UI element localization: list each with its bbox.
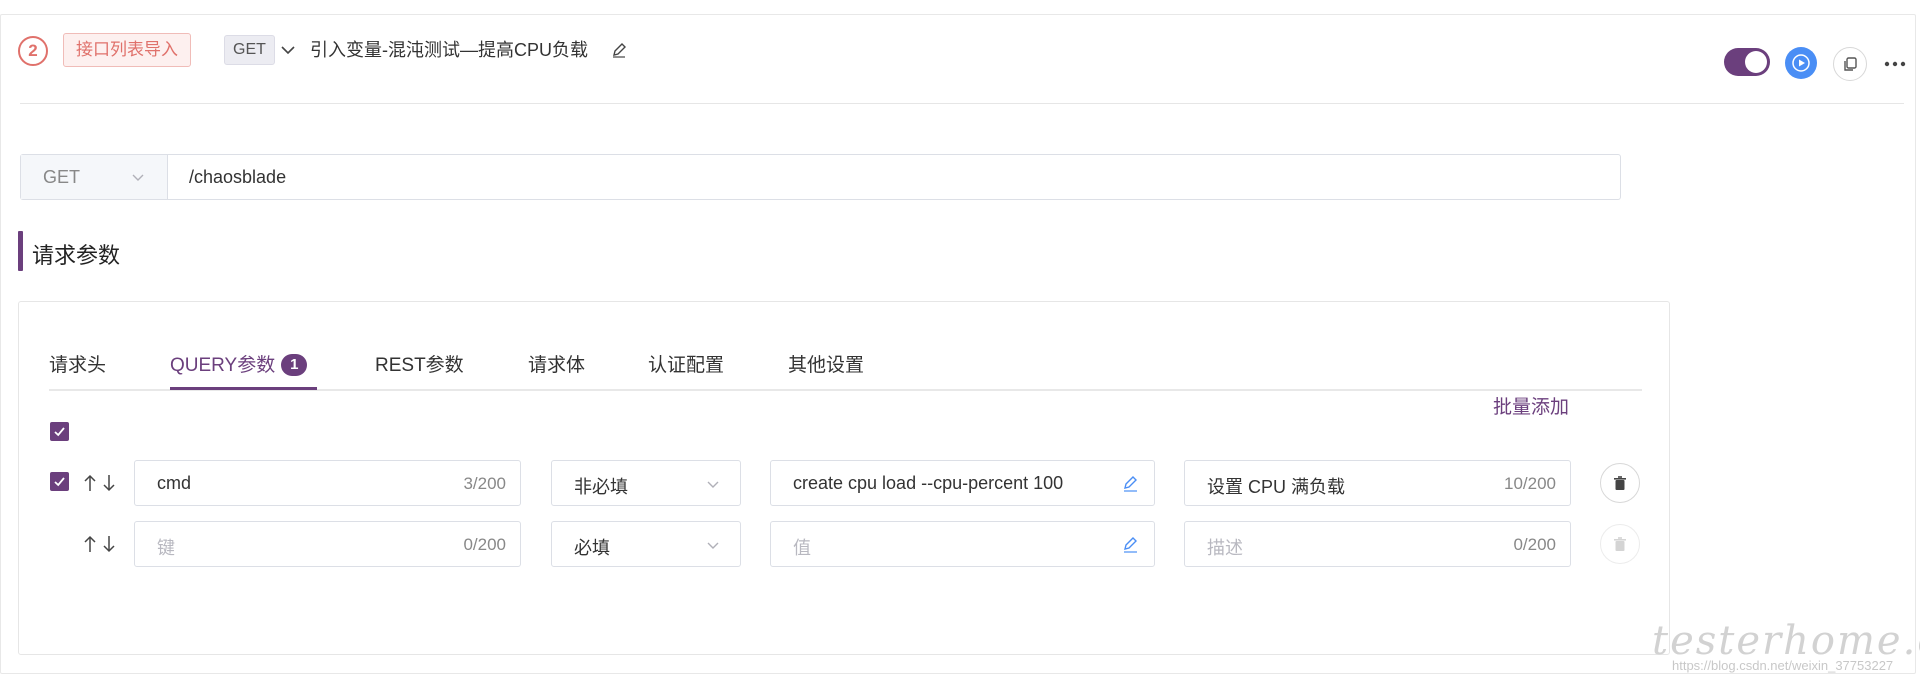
required-value: 必填 [574, 538, 610, 558]
param-description: 设置 CPU 满负载 [1207, 477, 1346, 497]
params-tabs: 请求头 QUERY参数 1 REST参数 请求体 认证配置 其他设置 [19, 302, 1671, 392]
check-icon [54, 477, 65, 487]
param-key-input[interactable]: cmd 3/200 [134, 460, 521, 506]
reorder-arrows-icon[interactable] [81, 472, 121, 494]
tab-label: 认证配置 [648, 355, 725, 376]
more-options-button[interactable] [1882, 52, 1908, 76]
header-divider [20, 103, 1904, 104]
edit-pencil-icon[interactable] [610, 41, 628, 59]
active-tab-indicator [170, 387, 317, 390]
step-enable-toggle[interactable] [1724, 48, 1770, 76]
tab-label: REST参数 [375, 355, 464, 376]
section-title: 请求参数 [32, 243, 121, 268]
bulk-add-link[interactable]: 批量添加 [1493, 392, 1569, 419]
section-accent-bar [18, 231, 23, 271]
copy-button[interactable] [1833, 47, 1867, 81]
request-method-select[interactable]: GET [21, 155, 168, 199]
check-icon [54, 427, 65, 437]
required-select[interactable]: 必填 [551, 521, 741, 567]
url-row: GET /chaosblade [20, 154, 1621, 200]
params-panel: 请求头 QUERY参数1 REST参数 请求体 认证配置 其他设置 批量添加 [18, 301, 1670, 655]
tab-query[interactable]: QUERY参数 1 [170, 350, 308, 377]
char-count: 10/200 [1504, 474, 1556, 493]
copy-icon [1844, 57, 1857, 71]
tab-rest[interactable]: REST参数 [375, 350, 464, 377]
chevron-down-icon [132, 174, 144, 181]
param-key-input[interactable]: 键 0/200 [134, 521, 521, 567]
tab-label: 其他设置 [788, 355, 865, 376]
url-input[interactable]: /chaosblade [189, 167, 286, 188]
param-value-input[interactable]: create cpu load --cpu-percent 100 [770, 460, 1155, 506]
param-key-placeholder: 键 [157, 538, 175, 558]
run-button[interactable] [1785, 47, 1817, 79]
tab-label: 请求体 [528, 355, 586, 376]
source-badge: 接口列表导入 [63, 33, 191, 67]
required-value: 非必填 [574, 477, 628, 497]
toggle-knob [1745, 51, 1767, 73]
required-select[interactable]: 非必填 [551, 460, 741, 506]
param-value-placeholder: 值 [793, 538, 811, 558]
tab-auth[interactable]: 认证配置 [648, 350, 724, 377]
play-icon [1792, 54, 1810, 72]
char-count: 3/200 [463, 474, 506, 493]
chevron-down-icon[interactable] [278, 38, 298, 62]
param-description-input[interactable]: 描述 0/200 [1184, 521, 1571, 567]
delete-row-button[interactable] [1600, 524, 1640, 564]
more-dots-icon [1884, 61, 1906, 67]
step-number: 2 [18, 36, 48, 66]
param-description-placeholder: 描述 [1207, 538, 1243, 558]
param-value: create cpu load --cpu-percent 100 [793, 473, 1064, 493]
step-title: 引入变量-混沌测试—提高CPU负载 [310, 40, 588, 60]
tab-label: 请求头 [49, 355, 107, 376]
chevron-down-icon [707, 542, 719, 549]
watermark-url: https://blog.csdn.net/weixin_37753227 [1672, 658, 1894, 673]
select-all-checkbox[interactable] [50, 422, 69, 441]
trash-icon [1614, 476, 1626, 490]
tab-body[interactable]: 请求体 [528, 350, 585, 377]
step-header: 2 接口列表导入 GET 引入变量-混沌测试—提高CPU负载 [0, 14, 1920, 81]
tab-label: QUERY参数 [170, 355, 276, 376]
param-key-value: cmd [157, 473, 192, 493]
tab-other-settings[interactable]: 其他设置 [788, 350, 864, 377]
row-checkbox[interactable] [50, 472, 69, 491]
char-count: 0/200 [463, 535, 506, 554]
delete-row-button[interactable] [1600, 463, 1640, 503]
request-method-label: GET [43, 167, 81, 187]
param-value-input[interactable]: 值 [770, 521, 1155, 567]
edit-pencil-icon[interactable] [1121, 474, 1140, 493]
edit-pencil-icon[interactable] [1121, 535, 1140, 554]
param-description-input[interactable]: 设置 CPU 满负载 10/200 [1184, 460, 1571, 506]
chevron-down-icon [707, 481, 719, 488]
tab-headers[interactable]: 请求头 [49, 350, 106, 377]
trash-icon [1614, 537, 1626, 551]
char-count: 0/200 [1513, 535, 1556, 554]
tab-count-badge: 1 [281, 354, 308, 376]
reorder-arrows-icon[interactable] [81, 533, 121, 555]
step-method-badge[interactable]: GET [224, 35, 275, 65]
